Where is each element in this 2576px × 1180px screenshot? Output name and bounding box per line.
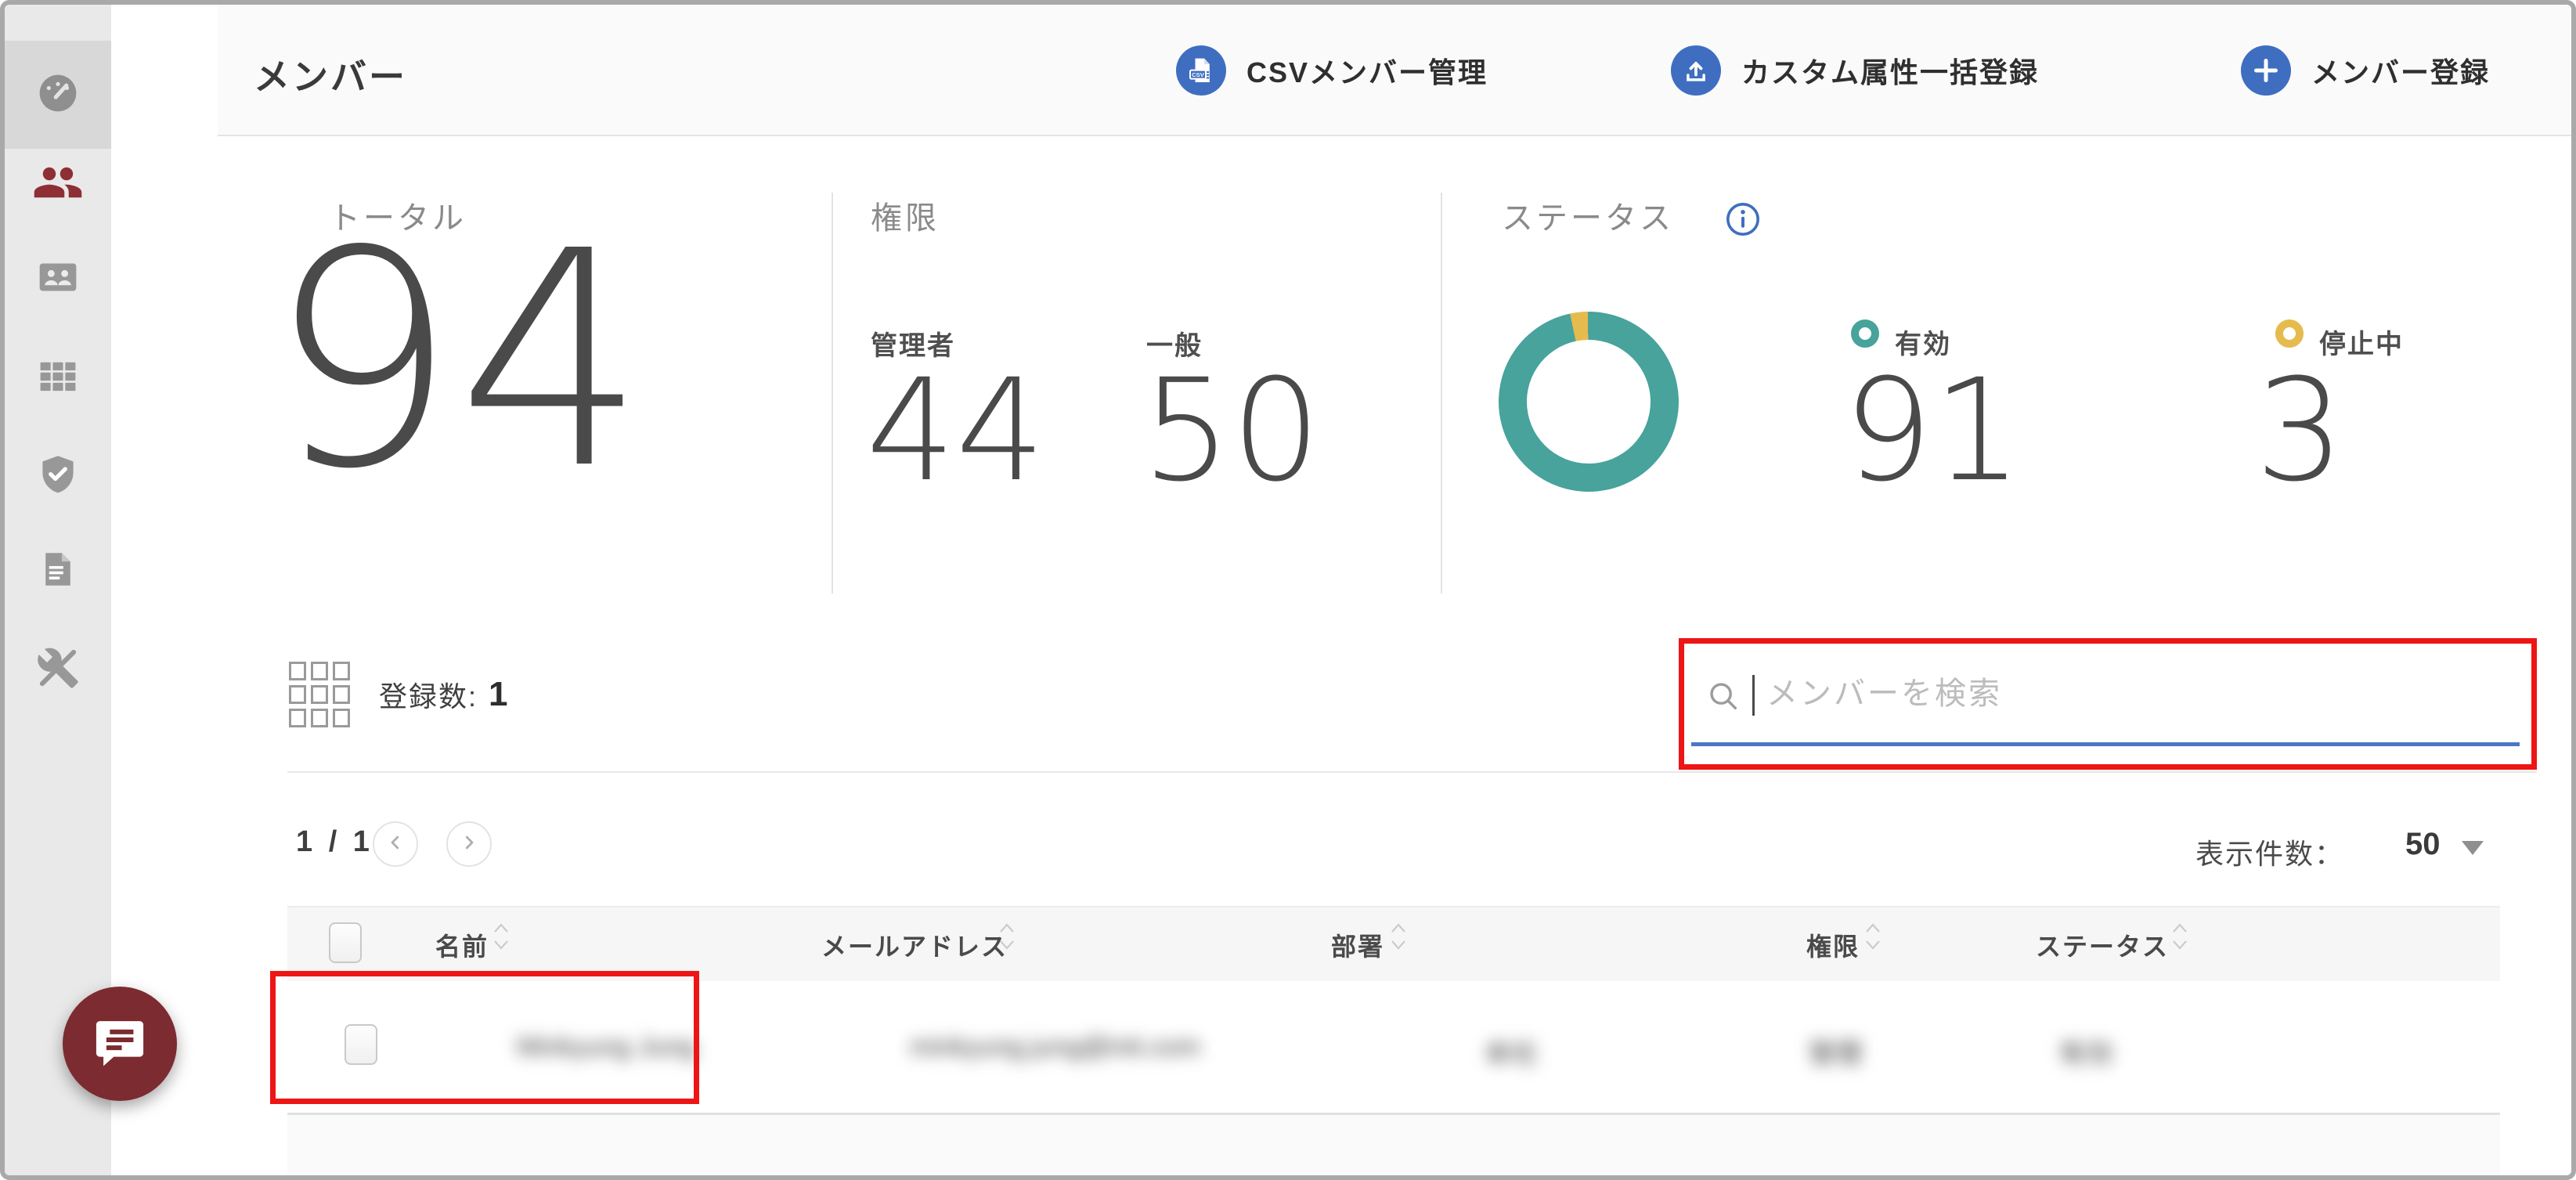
info-icon[interactable]	[1724, 200, 1762, 242]
registered-count-label: 登録数:	[379, 674, 478, 715]
column-header-email[interactable]: メールアドレス	[821, 927, 1008, 963]
highlight-box-row	[270, 971, 699, 1104]
sidebar-item-dashboard[interactable]	[5, 52, 111, 138]
stats-divider-2	[1441, 193, 1442, 594]
chevron-right-icon	[457, 831, 481, 858]
sidebar-item-contacts[interactable]	[5, 236, 111, 322]
column-header-name[interactable]: 名前	[435, 927, 489, 963]
sidebar-item-documents[interactable]	[5, 528, 111, 614]
table-footer-strip	[287, 1115, 2500, 1175]
page-size-value[interactable]: 50	[2405, 827, 2441, 862]
suspended-legend-dot	[2275, 319, 2304, 348]
general-value: 50	[1142, 361, 1321, 502]
csv-file-icon: CSV	[1176, 45, 1226, 96]
prev-page-button[interactable]	[373, 821, 418, 867]
row-permission: 管理	[1809, 1032, 1862, 1070]
document-icon	[37, 548, 79, 594]
svg-text:CSV: CSV	[1192, 71, 1205, 78]
column-header-status[interactable]: ステータス	[2036, 927, 2169, 963]
sort-arrows-icon[interactable]	[1389, 921, 1408, 956]
suspended-value: 3	[2255, 361, 2345, 502]
registered-count-value: 1	[489, 675, 507, 714]
plus-icon	[2241, 45, 2291, 96]
layout-grid-icon[interactable]	[289, 662, 355, 732]
member-register-label: メンバー登録	[2311, 50, 2490, 91]
total-value: 94	[268, 212, 647, 510]
row-email: minkyung.jung@inti.com	[910, 1032, 1200, 1063]
csv-member-manage-label: CSVメンバー管理	[1247, 50, 1488, 91]
member-register-button[interactable]: メンバー登録	[2241, 44, 2490, 97]
contact-card-icon	[36, 255, 80, 303]
chat-fab[interactable]	[63, 987, 177, 1101]
row-status: 有効	[2059, 1032, 2112, 1070]
grid-icon	[36, 354, 80, 402]
gauge-icon	[36, 71, 80, 119]
people-icon	[32, 157, 84, 212]
page-size-label: 表示件数：	[2195, 832, 2344, 872]
custom-attr-bulk-register-label: カスタム属性一括登録	[1741, 50, 2039, 91]
shield-check-icon	[36, 453, 80, 500]
active-value: 91	[1843, 361, 2022, 502]
page-title: メンバー	[254, 49, 407, 100]
permission-label: 権限	[871, 193, 940, 238]
admin-value: 44	[866, 361, 1045, 502]
section-divider	[287, 771, 2537, 773]
highlight-box-search	[1679, 638, 2537, 770]
sort-arrows-icon[interactable]	[998, 921, 1016, 956]
sort-arrows-icon[interactable]	[2170, 921, 2189, 956]
sidebar-item-settings[interactable]	[5, 626, 111, 713]
row-department: 本社	[1485, 1032, 1538, 1070]
page-indicator: 1 / 1	[296, 825, 373, 859]
column-header-permission[interactable]: 権限	[1806, 927, 1860, 963]
active-legend-dot	[1851, 319, 1879, 348]
app-window: メンバー CSV CSVメンバー管理 カスタム属性一括登録	[0, 0, 2576, 1180]
chat-bubble-icon	[90, 1012, 150, 1076]
chevron-left-icon	[384, 831, 407, 858]
select-all-checkbox[interactable]	[329, 922, 362, 963]
tools-icon	[36, 646, 80, 694]
csv-member-manage-button[interactable]: CSV CSVメンバー管理	[1176, 44, 1488, 97]
upload-icon	[1671, 45, 1721, 96]
next-page-button[interactable]	[446, 821, 492, 867]
sidebar-item-members[interactable]	[5, 141, 111, 227]
registered-count: 登録数: 1	[379, 669, 508, 720]
column-header-department[interactable]: 部署	[1331, 927, 1384, 963]
sidebar-item-apps[interactable]	[5, 334, 111, 420]
sidebar-item-security[interactable]	[5, 433, 111, 519]
stats-divider-1	[832, 193, 833, 594]
sort-arrows-icon[interactable]	[1863, 921, 1882, 956]
dropdown-caret-icon[interactable]	[2462, 841, 2484, 855]
status-label: ステータス	[1502, 193, 1674, 238]
custom-attr-bulk-register-button[interactable]: カスタム属性一括登録	[1671, 44, 2039, 97]
sort-arrows-icon[interactable]	[492, 921, 511, 956]
status-donut-chart	[1499, 312, 1679, 492]
